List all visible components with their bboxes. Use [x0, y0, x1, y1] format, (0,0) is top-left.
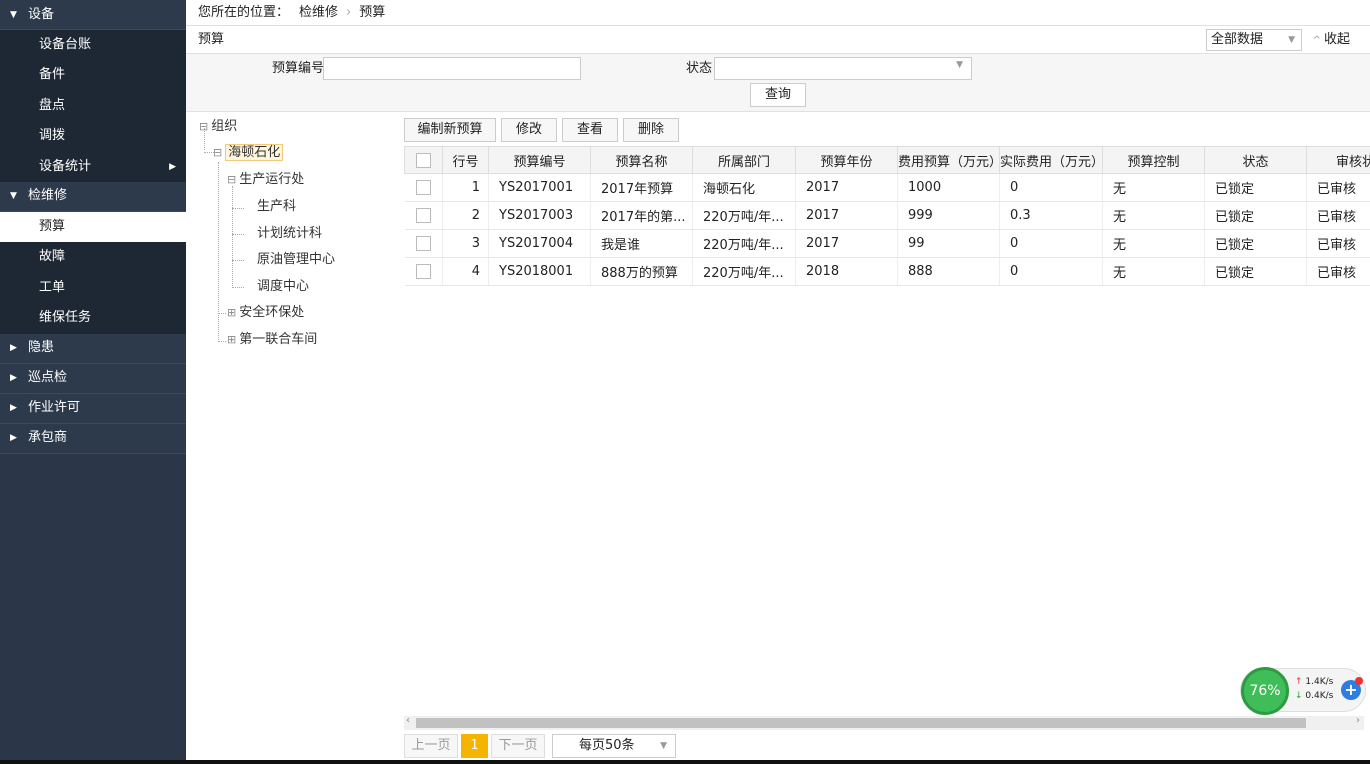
row-checkbox[interactable]	[415, 180, 431, 195]
page-title: 预算	[198, 32, 225, 47]
sidebar-item-transfer[interactable]: 调拨	[0, 121, 186, 152]
col-header[interactable]: 预算名称	[590, 146, 693, 174]
tree-node-child[interactable]: 原油管理中心	[257, 249, 335, 271]
col-header[interactable]: 预算编号	[488, 146, 591, 174]
edit-button[interactable]: 修改	[501, 118, 557, 142]
sidebar-item-fault[interactable]: 故障	[0, 242, 186, 273]
notification-dot	[1355, 677, 1363, 685]
next-page-button[interactable]: 下一页	[491, 734, 545, 758]
table-header-row: 行号 预算编号 预算名称 所属部门 预算年份 费用预算（万元） 实际费用（万元）…	[404, 146, 1370, 174]
prev-page-button[interactable]: 上一页	[404, 734, 458, 758]
upload-arrow-icon: ↑	[1295, 677, 1303, 687]
query-button[interactable]: 查询	[750, 83, 806, 107]
sidebar-item-equipment-ledger[interactable]: 设备台账	[0, 30, 186, 61]
delete-button[interactable]: 删除	[623, 118, 679, 142]
collapse-box-icon[interactable]: ⊟	[213, 146, 222, 159]
col-header[interactable]: 状态	[1204, 146, 1307, 174]
sidebar-group-equipment[interactable]: ▼ 设备	[0, 0, 186, 30]
collapse-box-icon[interactable]: ⊟	[227, 173, 236, 186]
tree-node-root[interactable]: ⊟ 组织	[199, 116, 237, 138]
sidebar-group-hazard[interactable]: ▶ 隐患	[0, 333, 186, 364]
status-select[interactable]: ▼	[714, 57, 972, 80]
tree-node-workshop[interactable]: ⊞ 第一联合车间	[227, 329, 317, 351]
scroll-left-icon[interactable]: ‹	[406, 715, 410, 726]
caret-right-icon: ▶	[10, 343, 17, 354]
caret-right-icon: ▶	[169, 161, 176, 172]
sidebar-item-maintenance-task[interactable]: 维保任务	[0, 303, 186, 334]
checkbox[interactable]	[416, 152, 431, 168]
memory-usage-gauge[interactable]: 76%	[1241, 667, 1289, 715]
collapse-box-icon[interactable]: ⊟	[199, 120, 208, 133]
view-button[interactable]: 查看	[562, 118, 618, 142]
scroll-right-icon[interactable]: ›	[1356, 715, 1360, 726]
caret-right-icon: ▶	[10, 373, 17, 384]
sidebar-group-work-permit[interactable]: ▶ 作业许可	[0, 393, 186, 424]
sidebar-item-spare-parts[interactable]: 备件	[0, 60, 186, 91]
tree-node-child[interactable]: 生产科	[257, 196, 296, 218]
breadcrumb-item-budget: 预算	[359, 5, 386, 20]
sidebar-item-equipment-stats[interactable]: 设备统计 ▶	[0, 151, 186, 182]
tree-node-dept-production[interactable]: ⊟ 生产运行处	[227, 169, 304, 191]
dropdown-arrow-icon: ▼	[660, 741, 667, 751]
sidebar-group-inspection[interactable]: ▶ 巡点检	[0, 363, 186, 394]
caret-right-icon: ▶	[10, 433, 17, 444]
chevron-right-icon: ›	[346, 5, 352, 20]
expand-box-icon[interactable]: ⊞	[227, 306, 236, 319]
table-row[interactable]: 3 YS2017004 我是谁 220万吨/年... 2017 99 0 无 已…	[404, 229, 1370, 258]
chevron-up-icon: ^	[1312, 35, 1321, 46]
sidebar-item-budget[interactable]: 预算	[0, 211, 186, 243]
network-speed-widget[interactable]: 76% ↑ 1.4K/s ↓ 0.4K/s +	[1240, 667, 1366, 715]
breadcrumb: 您所在的位置： 检维修 › 预算	[186, 0, 1370, 26]
caret-down-icon: ▼	[10, 191, 17, 202]
dropdown-arrow-icon: ▼	[1288, 35, 1295, 45]
row-checkbox[interactable]	[415, 264, 431, 279]
budget-no-label: 预算编号	[272, 61, 325, 76]
sidebar-item-inventory[interactable]: 盘点	[0, 90, 186, 122]
col-header[interactable]: 所属部门	[692, 146, 796, 174]
status-label: 状态	[686, 61, 713, 76]
panel-header: 预算 全部数据 ▼ ^ 收起	[186, 26, 1370, 54]
tree-node-dept-safety[interactable]: ⊞ 安全环保处	[227, 302, 304, 324]
col-header[interactable]: 预算年份	[795, 146, 898, 174]
page-number-current[interactable]: 1	[461, 734, 488, 758]
caret-right-icon: ▶	[10, 403, 17, 414]
col-header[interactable]: 预算控制	[1102, 146, 1205, 174]
scrollbar-thumb[interactable]	[416, 718, 1306, 728]
tree-node-company[interactable]: ⊟ 海顿石化	[213, 142, 284, 164]
budget-table: 行号 预算编号 预算名称 所属部门 预算年份 费用预算（万元） 实际费用（万元）…	[404, 146, 1370, 286]
col-header[interactable]: 实际费用（万元）	[999, 146, 1103, 174]
table-row[interactable]: 2 YS2017003 2017年的第... 220万吨/年... 2017 9…	[404, 201, 1370, 230]
breadcrumb-item-maintenance[interactable]: 检维修	[299, 5, 338, 20]
sidebar-group-contractor[interactable]: ▶ 承包商	[0, 423, 186, 454]
page-size-select[interactable]: 每页50条 ▼	[552, 734, 676, 758]
col-header[interactable]: 费用预算（万元）	[897, 146, 1000, 174]
new-budget-button[interactable]: 编制新预算	[404, 118, 496, 142]
sidebar-item-work-order[interactable]: 工单	[0, 272, 186, 304]
download-arrow-icon: ↓	[1295, 691, 1303, 701]
sidebar: ▼ 设备 设备台账 备件 盘点 调拨 设备统计 ▶ ▼ 检维修 预算 故障 工单 维保…	[0, 0, 186, 764]
expand-box-icon[interactable]: ⊞	[227, 333, 236, 346]
table-row[interactable]: 1 YS2017001 2017年预算 海顿石化 2017 1000 0 无 已…	[404, 173, 1370, 202]
tree-node-child[interactable]: 计划统计科	[257, 223, 322, 245]
org-tree: ⊟ 组织 ⊟ 海顿石化 ⊟ 生产运行处 生产科 计划统计科 原油管理中心 调度中心 ⊞…	[186, 112, 398, 712]
caret-down-icon: ▼	[10, 9, 17, 20]
col-header[interactable]: 审核状	[1306, 146, 1370, 174]
sidebar-group-maintenance[interactable]: ▼ 检维修	[0, 181, 186, 212]
row-checkbox[interactable]	[415, 208, 431, 223]
data-scope-select[interactable]: 全部数据 ▼	[1206, 29, 1302, 51]
tree-node-child[interactable]: 调度中心	[257, 276, 309, 298]
filter-panel: 预算编号 状态 ▼ 查询	[186, 54, 1370, 112]
col-header[interactable]: 行号	[442, 146, 489, 174]
dropdown-arrow-icon: ▼	[956, 60, 963, 70]
collapse-button[interactable]: ^ 收起	[1313, 26, 1350, 55]
select-all-checkbox[interactable]	[404, 146, 443, 174]
taskbar-edge	[0, 760, 1370, 764]
table-row[interactable]: 4 YS2018001 888万的预算 220万吨/年... 2018 888 …	[404, 257, 1370, 286]
horizontal-scrollbar[interactable]: ‹ ›	[404, 715, 1364, 730]
row-checkbox[interactable]	[415, 236, 431, 251]
budget-no-input[interactable]	[323, 57, 581, 80]
